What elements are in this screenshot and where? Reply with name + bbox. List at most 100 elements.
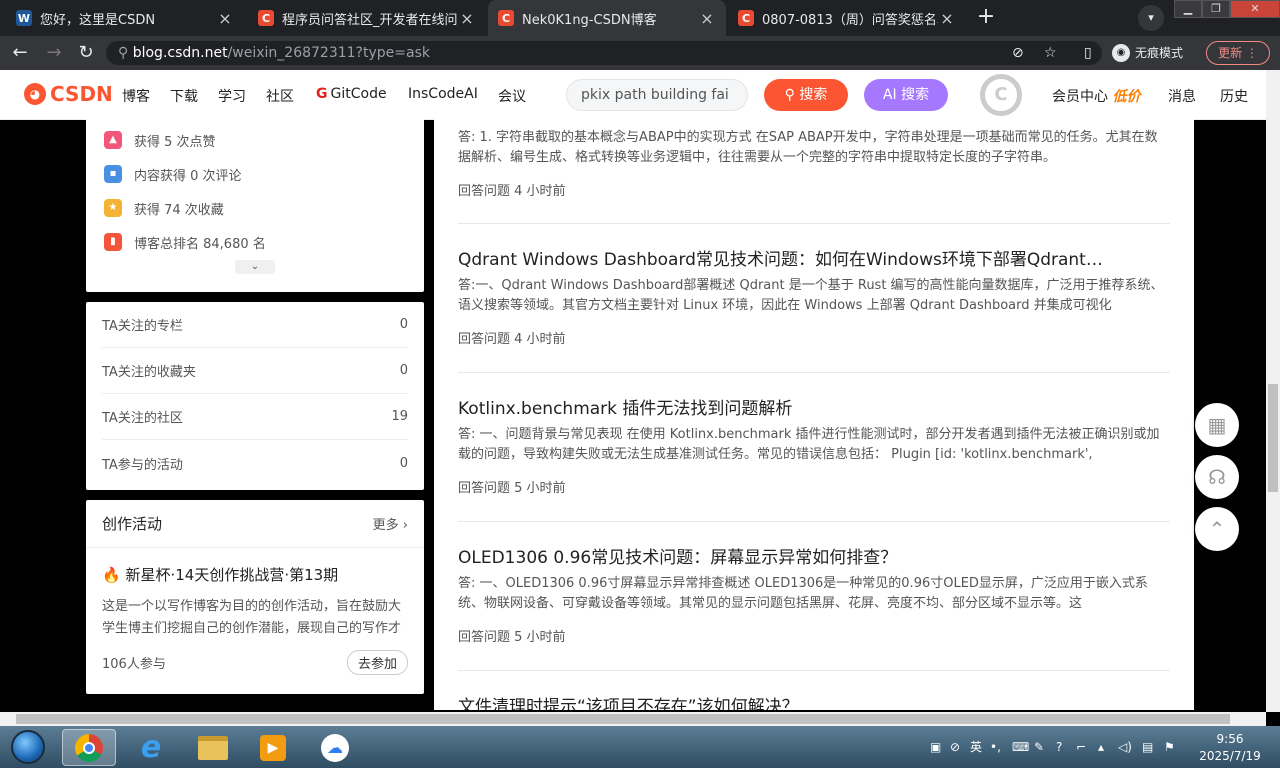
close-tab-icon[interactable]: × bbox=[938, 9, 956, 28]
reload-icon[interactable]: ↻ bbox=[74, 42, 98, 64]
follow-row-columns[interactable]: TA关注的专栏 0 bbox=[102, 302, 408, 348]
start-button[interactable] bbox=[2, 727, 54, 767]
nav-gitcode[interactable]: G GitCode bbox=[316, 86, 387, 102]
notification-flag-icon[interactable]: ⚑ bbox=[1164, 738, 1175, 756]
qrcode-icon[interactable]: ▦ bbox=[1195, 403, 1239, 447]
nav-meeting[interactable]: 会议 bbox=[498, 86, 526, 106]
new-tab-button[interactable]: + bbox=[974, 6, 998, 30]
expand-chevron-icon[interactable]: ⌄ bbox=[235, 260, 275, 274]
follow-label: TA参与的活动 bbox=[102, 457, 183, 473]
maximize-icon[interactable]: ❐ bbox=[1202, 0, 1230, 18]
back-to-top-icon[interactable]: ⌃ bbox=[1195, 507, 1239, 551]
history-link[interactable]: 历史 bbox=[1220, 86, 1248, 106]
browser-tab-1[interactable]: W 您好，这里是CSDN × bbox=[6, 0, 244, 36]
member-center-link[interactable]: 会员中心 低价 bbox=[1052, 86, 1140, 106]
ime-settings-icon[interactable]: ✎ bbox=[1034, 738, 1044, 756]
nav-inscodeai[interactable]: InsCodeAI bbox=[408, 86, 478, 102]
comment-badge-icon: ▪ bbox=[104, 165, 122, 183]
nav-blog[interactable]: 博客 bbox=[122, 86, 150, 106]
ime-punctuation-icon[interactable]: •, bbox=[990, 738, 1001, 756]
taskbar-baidu-netdisk[interactable]: ☁ bbox=[308, 729, 362, 766]
event-title-row[interactable]: 🔥 新星杯·14天创作挑战营·第13期 bbox=[102, 564, 408, 586]
follow-count: 0 bbox=[399, 363, 408, 378]
feed-item-title[interactable]: 文件清理时提示“该项目不存在”该如何解决？ bbox=[458, 695, 1170, 710]
feed-item-meta: 回答问题 5 小时前 bbox=[458, 630, 566, 645]
follow-label: TA关注的专栏 bbox=[102, 319, 183, 334]
close-tab-icon[interactable]: × bbox=[216, 9, 234, 28]
more-label: 更多 bbox=[372, 518, 399, 533]
csdn-logo[interactable]: ◕ CSDN bbox=[24, 82, 113, 106]
feed-item-title[interactable]: Kotlinx.benchmark 插件无法找到问题解析 bbox=[458, 397, 1170, 421]
join-button[interactable]: 去参加 bbox=[346, 650, 408, 675]
update-label: 更新 bbox=[1218, 46, 1243, 60]
achievement-row: ★ 获得 74 次收藏 bbox=[104, 196, 406, 220]
url-bar[interactable]: ⚲ blog.csdn.net/weixin_26872311?type=ask bbox=[106, 41, 1102, 65]
feed-item-title[interactable]: OLED1306 0.96常见技术问题：屏幕显示异常如何排查？ bbox=[458, 546, 1170, 570]
search-input[interactable]: pkix path building fai bbox=[566, 79, 748, 111]
tracking-protection-icon[interactable]: ⊘ bbox=[1012, 42, 1024, 64]
network-icon[interactable]: ▤ bbox=[1142, 738, 1153, 756]
more-link[interactable]: 更多 › bbox=[373, 514, 408, 533]
forward-icon[interactable]: → bbox=[42, 42, 66, 64]
system-clock[interactable]: 9:56 2025/7/19 bbox=[1192, 731, 1268, 765]
feed-item[interactable]: 答: 1. 字符串截取的基本概念与ABAP中的实现方式 在SAP ABAP开发中… bbox=[458, 118, 1170, 224]
clock-date: 2025/7/19 bbox=[1199, 749, 1261, 763]
follow-row-favorites[interactable]: TA关注的收藏夹 0 bbox=[102, 348, 408, 394]
ime-toolbar-icon[interactable]: ▣ bbox=[930, 738, 941, 756]
taskbar-media-player[interactable]: ▶ bbox=[246, 729, 300, 766]
side-panel-icon[interactable]: ▯ bbox=[1084, 42, 1092, 64]
help-icon[interactable]: ? bbox=[1056, 738, 1062, 756]
nav-download[interactable]: 下载 bbox=[170, 86, 198, 106]
follow-row-activities[interactable]: TA参与的活动 0 bbox=[102, 440, 408, 486]
horizontal-scroll-thumb[interactable] bbox=[16, 714, 1230, 724]
feed-item[interactable]: 文件清理时提示“该项目不存在”该如何解决？ bbox=[458, 695, 1170, 710]
ime-options-icon[interactable]: ⌐ bbox=[1076, 738, 1086, 756]
search-button[interactable]: ⚲ 搜索 bbox=[764, 79, 848, 111]
vertical-scroll-thumb[interactable] bbox=[1268, 384, 1278, 492]
follow-row-communities[interactable]: TA关注的社区 19 bbox=[102, 394, 408, 440]
creator-badge-icon[interactable]: C bbox=[980, 74, 1022, 116]
close-window-icon[interactable]: ✕ bbox=[1230, 0, 1280, 18]
feed-item[interactable]: Kotlinx.benchmark 插件无法找到问题解析 答: 一、问题背景与常… bbox=[458, 397, 1170, 522]
tab-favicon: W bbox=[16, 10, 32, 26]
ime-keyboard-icon[interactable]: ⌨ bbox=[1012, 738, 1029, 756]
achievement-row: ▮ 博客总排名 84,680 名 bbox=[104, 230, 406, 254]
update-button[interactable]: 更新 ⋮ bbox=[1206, 41, 1270, 65]
achievement-text: 博客总排名 84,680 名 bbox=[134, 236, 266, 252]
feed-item-title[interactable] bbox=[458, 118, 1170, 124]
windows-logo-icon bbox=[11, 730, 45, 764]
tab-search-icon[interactable]: ▾ bbox=[1138, 5, 1164, 31]
feed-item[interactable]: OLED1306 0.96常见技术问题：屏幕显示异常如何排查？ 答: 一、OLE… bbox=[458, 546, 1170, 671]
feed-item-title[interactable]: Qdrant Windows Dashboard常见技术问题：如何在Window… bbox=[458, 248, 1170, 272]
achievement-text: 获得 5 次点赞 bbox=[134, 134, 216, 150]
search-button-label: 搜索 bbox=[799, 87, 828, 103]
messages-link[interactable]: 消息 bbox=[1168, 86, 1196, 106]
nav-learn[interactable]: 学习 bbox=[218, 86, 246, 106]
ai-search-button[interactable]: AI 搜索 bbox=[864, 79, 948, 111]
bookmark-star-icon[interactable]: ☆ bbox=[1044, 42, 1057, 64]
browser-tab-4[interactable]: C 0807-0813（周）问答奖惩名单 × bbox=[728, 0, 966, 36]
taskbar-chrome[interactable] bbox=[62, 729, 116, 766]
show-hidden-icons-icon[interactable]: ▴ bbox=[1098, 738, 1104, 756]
feed-item-meta: 回答问题 5 小时前 bbox=[458, 481, 566, 496]
feed-item-meta: 回答问题 4 小时前 bbox=[458, 184, 566, 199]
headset-icon[interactable]: ☊ bbox=[1195, 455, 1239, 499]
minimize-icon[interactable]: ▁ bbox=[1174, 0, 1202, 18]
logo-text: CSDN bbox=[50, 82, 113, 106]
browser-tab-3[interactable]: C Nek0K1ng-CSDN博客 × bbox=[488, 0, 726, 36]
close-tab-icon[interactable]: × bbox=[698, 9, 716, 28]
ime-language[interactable]: 英 bbox=[970, 738, 982, 756]
close-tab-icon[interactable]: × bbox=[458, 9, 476, 28]
ime-mode-icon[interactable]: ⊘ bbox=[950, 738, 960, 756]
nav-community[interactable]: 社区 bbox=[266, 86, 294, 106]
taskbar-explorer[interactable] bbox=[186, 729, 240, 766]
follow-count: 19 bbox=[391, 409, 408, 424]
volume-icon[interactable]: ◁) bbox=[1118, 738, 1132, 756]
taskbar-ie[interactable]: e bbox=[124, 729, 178, 766]
favorite-badge-icon: ★ bbox=[104, 199, 122, 217]
browser-tab-2[interactable]: C 程序员问答社区_开发者在线问题 × bbox=[248, 0, 486, 36]
incognito-indicator[interactable]: ◉ 无痕模式 bbox=[1112, 41, 1198, 65]
back-icon[interactable]: ← bbox=[8, 42, 32, 64]
feed-item[interactable]: Qdrant Windows Dashboard常见技术问题：如何在Window… bbox=[458, 248, 1170, 373]
site-info-icon[interactable]: ⚲ bbox=[118, 45, 133, 61]
